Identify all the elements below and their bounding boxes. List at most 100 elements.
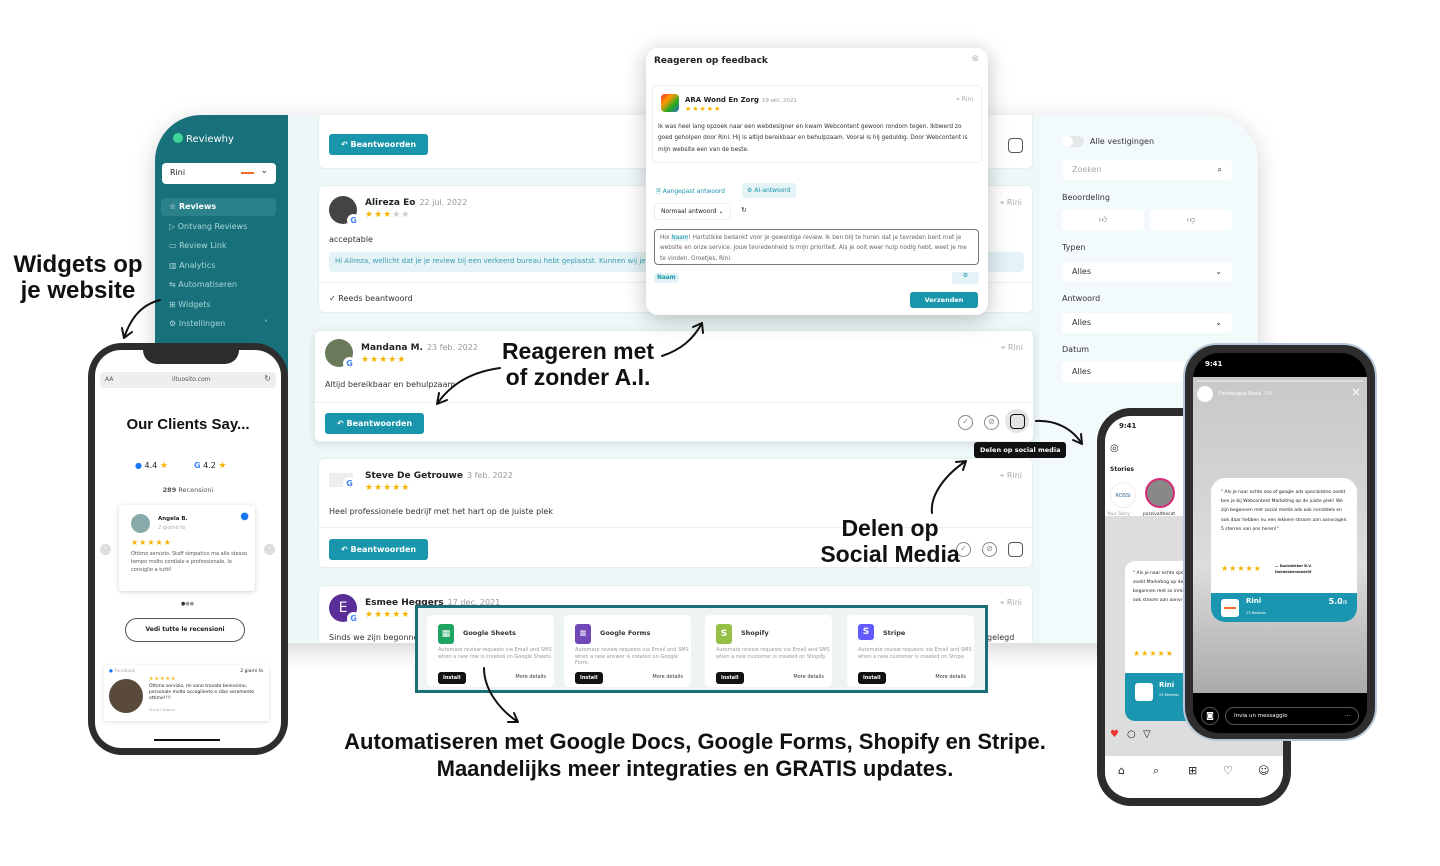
annotation-line: Widgets op <box>13 251 143 278</box>
instagram-icon[interactable] <box>1008 138 1023 153</box>
camera-icon[interactable]: ◎ <box>1110 443 1119 454</box>
location-text: Rini <box>1006 598 1022 607</box>
google-icon: G <box>194 461 201 470</box>
carousel-next[interactable]: › <box>264 544 275 555</box>
annotation-line: Maandelijks meer integraties en GRATIS u… <box>436 755 954 781</box>
thumbs-down-icon: 👎︎ <box>1186 215 1196 224</box>
sidebar-item-analytics[interactable]: ▥ Analytics <box>161 257 276 275</box>
app-logo: Reviewhy <box>173 133 234 145</box>
facebook-score: ● 4.4 ★ <box>135 461 169 471</box>
carousel-dots[interactable]: ●●● <box>181 601 194 607</box>
add-icon[interactable]: ⊞ <box>1188 764 1197 777</box>
thumbs-down-button[interactable]: 👎︎ <box>1150 210 1232 230</box>
location-label: ⌖ Rini <box>956 96 973 103</box>
sidebar-item-label: Instellingen <box>178 319 226 328</box>
home-icon[interactable]: ⌂ <box>1118 764 1125 777</box>
answer-select[interactable]: Alles ⌄ <box>1062 313 1232 333</box>
tone-select[interactable]: Normaal antwoord ⌄ <box>654 203 731 220</box>
close-icon[interactable]: × <box>1351 385 1361 399</box>
install-button[interactable]: Install <box>575 672 603 684</box>
integrations-panel: ▦ Google Sheets Automate review requests… <box>415 605 988 693</box>
more-icon[interactable]: ··· <box>1345 713 1350 719</box>
comment-icon[interactable]: ○ <box>1127 729 1136 740</box>
regenerate-icon[interactable]: ↻ <box>741 206 747 214</box>
instagram-icon[interactable] <box>1008 542 1023 557</box>
all-locations-toggle[interactable] <box>1062 136 1084 147</box>
name-chip[interactable]: Naam <box>654 273 679 283</box>
location-select[interactable]: Rini ⌄ <box>162 163 276 184</box>
google-forms-icon: ≡ <box>575 624 591 644</box>
review-time: 2 giorni fa <box>240 669 263 674</box>
story-age: 23h <box>1262 391 1273 397</box>
reply-button[interactable]: ↶ Beantwoorden <box>325 413 425 434</box>
more-details-link[interactable]: More details <box>935 674 966 680</box>
reload-icon[interactable]: ↻ <box>264 374 271 383</box>
location-text: Rini <box>1006 471 1022 480</box>
tone-value: Normaal antwoord <box>661 208 717 215</box>
star-icon: ★ <box>159 461 169 471</box>
type-label: Typen <box>1062 243 1086 252</box>
install-button[interactable]: Install <box>438 672 466 684</box>
bottom-nav: ⌂ ⌕ ⊞ ♡ ☺ <box>1105 756 1283 798</box>
star-rating: ★★★★★ <box>149 676 177 682</box>
sidebar-item-reviews[interactable]: ☆ Reviews <box>161 198 276 216</box>
annotation-line: Social Media <box>820 540 960 567</box>
story-avatar[interactable]: ROSSI <box>1110 482 1136 508</box>
tab-label: AI-antwoord <box>754 187 791 194</box>
message-input[interactable]: Invia un messaggio ··· <box>1225 707 1359 725</box>
answer-label: Antwoord <box>1062 294 1101 303</box>
sidebar-item-label: Ontvang Reviews <box>177 222 248 231</box>
annotation-ai: Reageren met of zonder A.I. <box>486 338 670 390</box>
type-select[interactable]: Alles ⌄ <box>1062 262 1232 282</box>
browser-address-bar[interactable]: AA iltuosito.com ↻ <box>100 372 276 388</box>
send-button[interactable]: Verzenden <box>910 292 978 308</box>
hide-icon[interactable]: ⊘ <box>982 542 997 557</box>
story-content: Fisioterapia Rossi 23h × " Als je naar e… <box>1193 377 1367 693</box>
tab-custom-reply[interactable]: 🗎 Aangepast antwoord <box>656 187 725 197</box>
sidebar-item-widgets[interactable]: ⊞ Widgets <box>161 296 276 314</box>
share-icon[interactable]: ▽ <box>1143 729 1151 740</box>
hide-icon[interactable]: ⊘ <box>984 415 999 430</box>
sidebar-item-label: Widgets <box>178 300 211 309</box>
author-name: Duckdekker B.V. <box>1279 564 1312 568</box>
install-button[interactable]: Install <box>716 672 744 684</box>
heart-icon[interactable]: ♡ <box>1223 764 1233 777</box>
reply-prefix: Hoi <box>660 235 670 241</box>
widget-phone: AA iltuosito.com ↻ Our Clients Say... ● 4.… <box>88 343 288 755</box>
story-avatar[interactable] <box>1145 478 1175 508</box>
score-max: /5 <box>1342 600 1347 605</box>
thumbs-up-button[interactable]: 👍︎ <box>1062 210 1144 230</box>
more-details-link[interactable]: More details <box>515 674 546 680</box>
like-icon[interactable]: ♥ <box>1110 729 1119 740</box>
close-icon[interactable]: ⊗ <box>971 54 979 64</box>
sidebar-item-automatiseren[interactable]: ⇆ Automatiseren <box>161 276 276 294</box>
search-input[interactable]: Zoeken ⌕ <box>1062 160 1232 180</box>
annotation-widgets: Widgets op je website <box>5 251 151 305</box>
profile-icon[interactable]: ☺ <box>1258 764 1269 777</box>
reply-button[interactable]: ↶ Beantwoorden <box>329 539 429 560</box>
reviewer-name: Mandana M. 23 feb. 2022 <box>361 343 478 353</box>
sidebar-item-review-link[interactable]: ▭ Review Link <box>161 237 276 255</box>
score-value: 5.0 <box>1328 597 1343 606</box>
more-details-link[interactable]: More details <box>652 674 683 680</box>
ai-settings-icon[interactable]: ⚙ <box>952 272 979 284</box>
reply-label: Beantwoorden <box>346 419 413 428</box>
review-text: Ottimo servizio. Staff simpatico ma allo… <box>131 551 248 573</box>
share-instagram-button[interactable] <box>1005 409 1029 433</box>
search-icon[interactable]: ⌕ <box>1153 764 1159 778</box>
check-icon[interactable]: ✓ <box>958 415 973 430</box>
tab-ai-reply[interactable]: ⚙ AI-antwoord <box>742 183 796 198</box>
sidebar-item-instellingen[interactable]: ⚙ Instellingen ˄ <box>161 315 276 333</box>
camera-icon[interactable]: ◙ <box>1201 707 1219 725</box>
carousel-prev[interactable]: ‹ <box>100 544 111 555</box>
sidebar-item-ontvang-reviews[interactable]: ▷ Ontvang Reviews <box>161 218 276 236</box>
more-details-link[interactable]: More details <box>793 674 824 680</box>
install-button[interactable]: Install <box>858 672 886 684</box>
integration-card-shopify: S Shopify Automate review requests via E… <box>705 615 832 687</box>
reply-button[interactable]: ↶ Beantwoorden <box>329 134 429 155</box>
stripe-icon: S <box>858 624 874 640</box>
name-tag: Naam <box>671 235 689 241</box>
reply-textarea[interactable]: Hoi Naam! Hartstikke bedankt voor je gew… <box>654 229 979 265</box>
text-size-button[interactable]: AA <box>105 376 113 383</box>
all-reviews-button[interactable]: Vedi tutte le recensioni <box>125 618 245 642</box>
